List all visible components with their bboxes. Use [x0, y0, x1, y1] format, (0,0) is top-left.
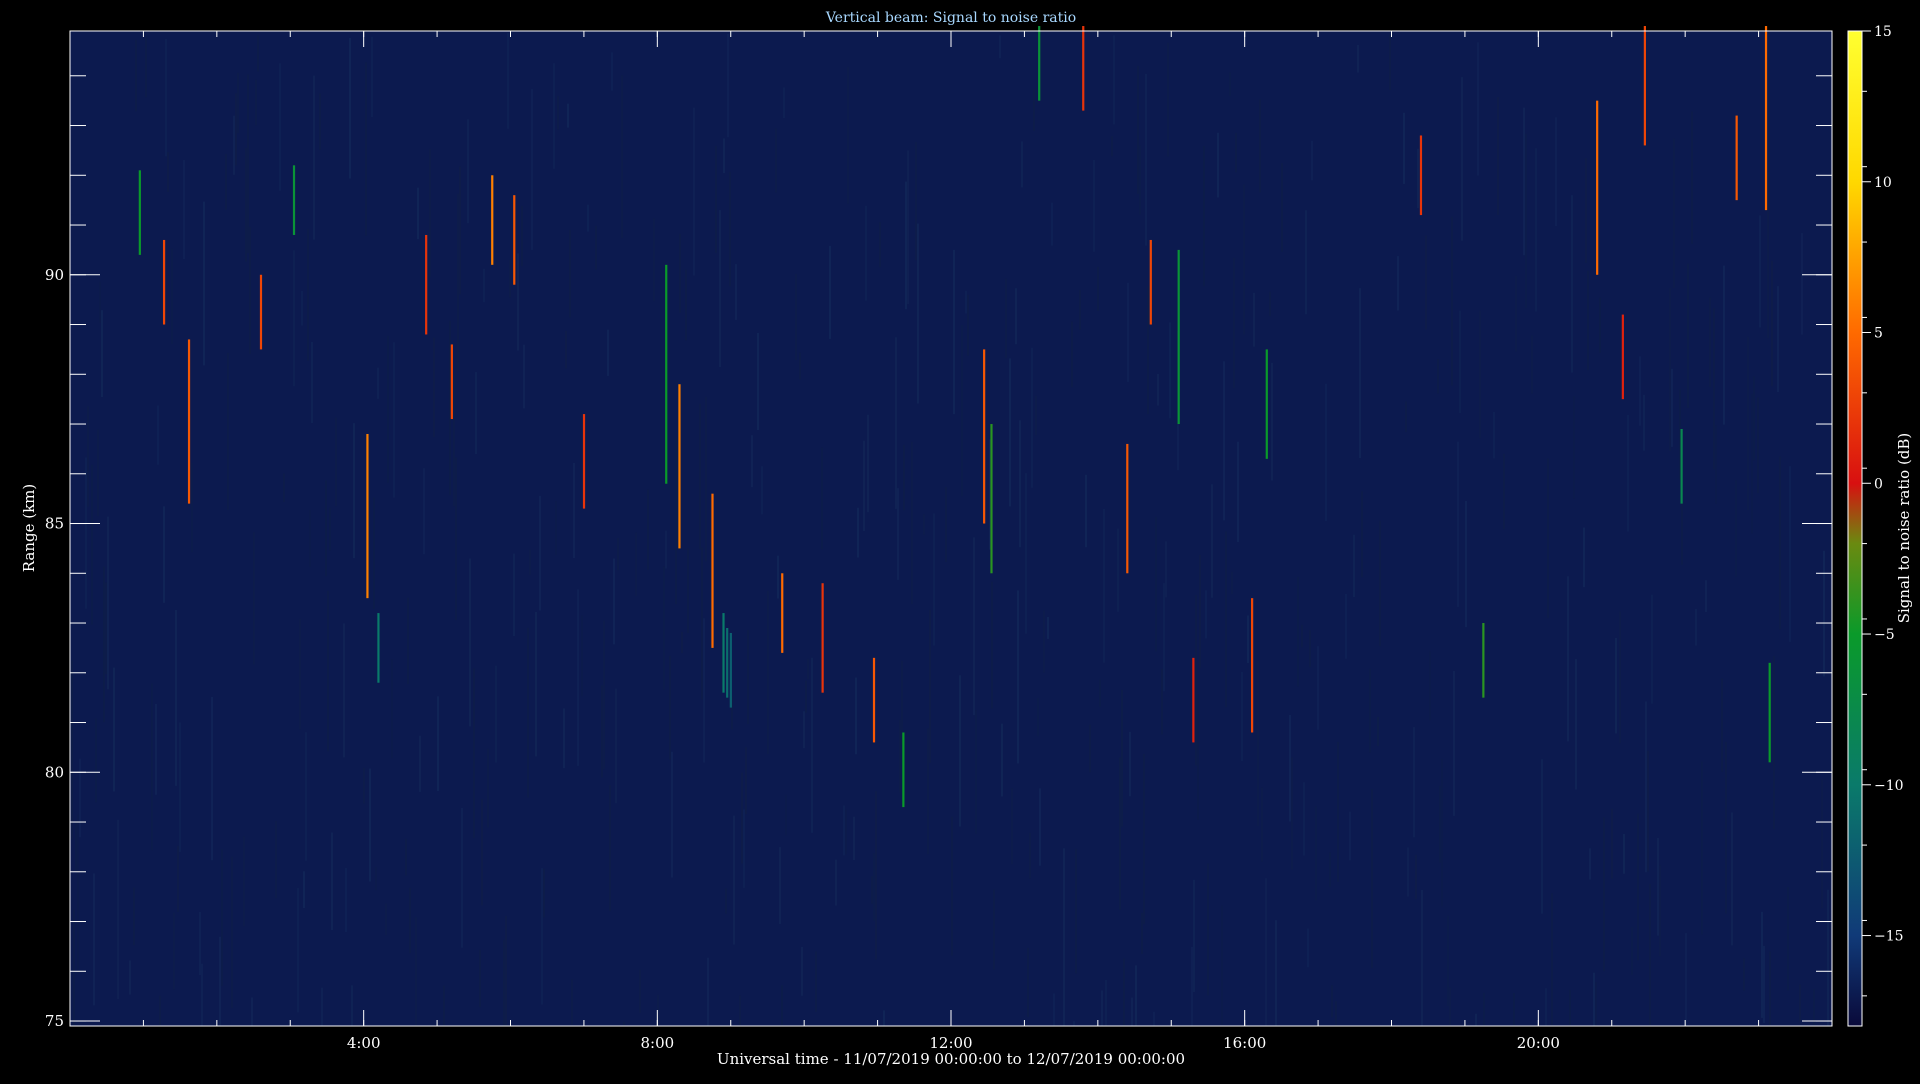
echo-mark-17: [729, 632, 732, 708]
echo-mark-19: [821, 583, 824, 693]
echo-mark-23: [990, 424, 993, 574]
echo-mark-29: [1192, 657, 1195, 743]
echo-mark-3: [259, 274, 263, 350]
x-tick-label-4: 20:00: [1517, 1034, 1560, 1052]
echo-mark-20: [872, 657, 876, 743]
echo-mark-30: [1251, 598, 1254, 733]
echo-mark-35: [1621, 314, 1624, 400]
echo-mark-0: [138, 170, 141, 255]
echo-mark-28: [1177, 249, 1180, 425]
snr-heatmap-chart: 4:00 8:00 12:00 16:00 20:00 75 80 85 90 −15 −10 −5…: [0, 0, 1920, 1080]
chart-svg: 4:00 8:00 12:00 16:00 20:0075808590 −15−10−5…: [0, 0, 1920, 1080]
echo-mark-16: [726, 628, 729, 698]
colorbar-gradient: [1847, 30, 1863, 1027]
echo-mark-25: [1082, 26, 1085, 111]
colorbar-tick-label-2: −5: [1874, 627, 1895, 643]
echo-mark-40: [1768, 662, 1771, 763]
echo-mark-34: [1596, 100, 1599, 275]
y-tick-label-0: 75: [45, 1012, 64, 1030]
echo-mark-14: [711, 493, 714, 648]
echo-mark-32: [1419, 135, 1423, 216]
echo-mark-9: [491, 175, 494, 265]
x-tick-label-1: 8:00: [640, 1034, 674, 1052]
echo-mark-11: [582, 414, 586, 509]
echo-mark-36: [1643, 26, 1646, 146]
colorbar-tick-label-1: −10: [1874, 778, 1904, 794]
echo-mark-1: [162, 239, 166, 325]
echo-mark-24: [1038, 26, 1041, 101]
echo-mark-26: [1126, 443, 1129, 574]
echo-mark-7: [425, 234, 428, 335]
echo-mark-10: [513, 195, 516, 285]
echo-mark-38: [1735, 115, 1738, 201]
echo-mark-6: [377, 613, 380, 683]
echo-mark-12: [665, 264, 668, 484]
chart-title: Vertical beam: Signal to noise ratio: [825, 10, 1076, 26]
colorbar-tick-label-0: −15: [1874, 929, 1904, 945]
echo-mark-27: [1149, 239, 1152, 325]
colorbar-tick-label-6: 15: [1874, 24, 1892, 40]
echo-mark-39: [1764, 26, 1768, 211]
echo-mark-15: [722, 613, 725, 693]
echo-mark-31: [1265, 349, 1268, 459]
x-axis-label: Universal time - 11/07/2019 00:00:00 to …: [717, 1050, 1185, 1068]
echo-mark-4: [292, 165, 296, 235]
y-axis-label: Range (km): [20, 484, 38, 573]
colorbar-tick-label-4: 5: [1874, 326, 1883, 342]
echo-mark-21: [902, 732, 905, 808]
plot-area: [70, 31, 1832, 1026]
colorbar-tick-label-3: 0: [1874, 476, 1883, 492]
y-tick-label-3: 90: [45, 266, 64, 284]
x-tick-label-3: 16:00: [1223, 1034, 1266, 1052]
echo-mark-18: [781, 573, 784, 653]
y-tick-label-2: 85: [45, 515, 64, 533]
echo-mark-13: [678, 384, 681, 549]
colorbar-label: Signal to noise ratio (dB): [1895, 433, 1913, 624]
echo-mark-33: [1482, 623, 1485, 698]
y-tick-label-1: 80: [45, 763, 64, 781]
echo-mark-2: [187, 339, 191, 504]
echo-mark-5: [366, 433, 369, 599]
echo-mark-37: [1680, 429, 1683, 504]
echo-mark-8: [450, 344, 453, 420]
x-tick-label-0: 4:00: [347, 1034, 381, 1052]
colorbar-tick-label-5: 10: [1874, 175, 1892, 191]
echo-mark-22: [983, 349, 986, 524]
